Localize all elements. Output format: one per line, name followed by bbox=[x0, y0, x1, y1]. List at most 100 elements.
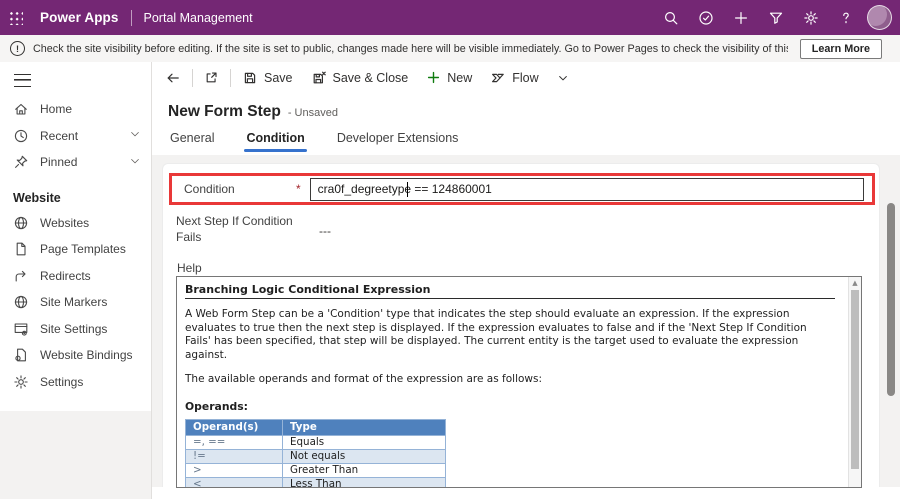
flow-icon bbox=[492, 73, 505, 82]
help-paragraph: A Web Form Step can be a 'Condition' typ… bbox=[185, 308, 807, 361]
help-paragraph: The available operands and format of the… bbox=[185, 373, 543, 385]
environment-check-icon[interactable] bbox=[688, 0, 723, 35]
save-label: Save bbox=[264, 70, 293, 85]
chevron-down-icon[interactable] bbox=[129, 128, 141, 143]
sidebar-item-settings[interactable]: Settings bbox=[0, 369, 151, 396]
save-button[interactable]: Save bbox=[233, 65, 302, 91]
new-label: New bbox=[447, 70, 473, 85]
back-button[interactable] bbox=[156, 65, 190, 91]
form-card: Condition * Next Step If Condition Fails… bbox=[162, 163, 880, 488]
main-panel: Save Save & Close New Flow New Form Step… bbox=[152, 62, 900, 499]
flow-dropdown-chevron[interactable] bbox=[548, 65, 578, 91]
add-icon bbox=[428, 71, 440, 84]
page-icon bbox=[16, 242, 26, 256]
sidebar-item-page-templates[interactable]: Page Templates bbox=[0, 236, 151, 263]
help-scrollbar-thumb[interactable] bbox=[851, 290, 859, 469]
save-icon bbox=[244, 72, 256, 83]
info-icon: ! bbox=[10, 41, 25, 56]
type-cell: Greater Than bbox=[282, 462, 446, 478]
environment-name[interactable]: Portal Management bbox=[144, 11, 253, 25]
operands-table: Operand(s) Type =, == Equals != Not equa… bbox=[185, 418, 446, 487]
sidebar-item-label: Redirects bbox=[40, 268, 91, 283]
column-header: Operand(s) bbox=[185, 418, 283, 436]
hamburger-menu-icon[interactable] bbox=[0, 70, 151, 90]
header-actions bbox=[653, 0, 900, 35]
operand-cell: =, == bbox=[185, 434, 283, 450]
operand-cell: != bbox=[185, 448, 283, 464]
help-section-label: Help bbox=[177, 261, 202, 275]
waffle-icon[interactable] bbox=[0, 0, 30, 35]
globe-icon bbox=[14, 216, 28, 229]
sidebar-item-websites[interactable]: Websites bbox=[0, 210, 151, 237]
table-row: > Greater Than bbox=[185, 462, 446, 478]
sidebar-item-home[interactable]: Home bbox=[0, 96, 151, 123]
page-binding-icon bbox=[15, 348, 26, 362]
home-icon bbox=[15, 104, 27, 115]
sidebar-item-label: Site Settings bbox=[40, 321, 108, 336]
operand-cell: < bbox=[185, 476, 283, 487]
type-cell: Equals bbox=[282, 434, 446, 450]
sidebar-item-label: Pinned bbox=[40, 155, 78, 170]
tab-developer-extensions[interactable]: Developer Extensions bbox=[335, 121, 461, 155]
help-content: Branching Logic Conditional Expression A… bbox=[177, 277, 861, 487]
hamburger-glyph bbox=[14, 73, 31, 87]
flow-button[interactable]: Flow bbox=[481, 65, 547, 91]
sitemap-sidebar: Home Recent Pinned Website Websites Page… bbox=[0, 62, 152, 499]
add-icon[interactable] bbox=[723, 0, 758, 35]
user-avatar[interactable] bbox=[867, 5, 892, 30]
sidebar-section-content: Content bbox=[0, 411, 151, 499]
sidebar-section-website: Website bbox=[13, 190, 61, 205]
save-and-close-label: Save & Close bbox=[332, 70, 409, 85]
sidebar-item-pinned[interactable]: Pinned bbox=[0, 149, 151, 176]
sidebar-item-label: Settings bbox=[40, 374, 84, 389]
power-apps-window: Power Apps Portal Management ! Check the… bbox=[0, 0, 900, 499]
table-row: != Not equals bbox=[185, 448, 446, 464]
column-header: Type bbox=[282, 418, 446, 436]
sidebar-item-site-markers[interactable]: Site Markers bbox=[0, 289, 151, 316]
redirect-arrow-icon bbox=[15, 270, 26, 282]
text-caret bbox=[406, 181, 408, 197]
open-in-new-window-icon bbox=[206, 72, 217, 83]
record-title-row: New Form Step - Unsaved bbox=[152, 93, 900, 121]
search-icon[interactable] bbox=[653, 0, 688, 35]
browser-gear-icon bbox=[14, 323, 28, 336]
required-marker: * bbox=[296, 182, 301, 196]
sidebar-item-site-settings[interactable]: Site Settings bbox=[0, 316, 151, 343]
new-button[interactable]: New bbox=[417, 65, 481, 91]
tab-general[interactable]: General bbox=[168, 121, 216, 155]
app-header: Power Apps Portal Management bbox=[0, 0, 900, 35]
command-bar: Save Save & Close New Flow bbox=[152, 62, 900, 93]
save-and-close-button[interactable]: Save & Close bbox=[302, 65, 418, 91]
help-title-rule bbox=[185, 298, 835, 299]
scroll-up-arrow-icon[interactable]: ▲ bbox=[851, 279, 859, 287]
sidebar-item-label: Site Markers bbox=[40, 295, 108, 310]
condition-field-label: Condition bbox=[184, 182, 235, 196]
chevron-down-icon[interactable] bbox=[129, 155, 141, 170]
help-scrollbar[interactable]: ▲ bbox=[848, 277, 861, 487]
sidebar-item-website-bindings[interactable]: Website Bindings bbox=[0, 342, 151, 369]
condition-input[interactable] bbox=[309, 177, 864, 201]
clock-icon bbox=[14, 129, 28, 142]
sidebar-item-recent[interactable]: Recent bbox=[0, 123, 151, 150]
tab-condition[interactable]: Condition bbox=[244, 121, 308, 155]
sidebar-item-label: Home bbox=[40, 102, 73, 117]
app-name[interactable]: Power Apps bbox=[40, 10, 119, 25]
next-step-field-value[interactable]: --- bbox=[319, 224, 331, 238]
table-header-row: Operand(s) Type bbox=[185, 418, 446, 436]
operand-cell: > bbox=[185, 462, 283, 478]
open-in-new-window-button[interactable] bbox=[195, 65, 228, 91]
help-title: Branching Logic Conditional Expression bbox=[185, 283, 431, 296]
condition-input-wrap bbox=[309, 177, 864, 201]
settings-gear-icon[interactable] bbox=[793, 0, 828, 35]
filter-icon[interactable] bbox=[758, 0, 793, 35]
save-and-close-icon bbox=[313, 71, 326, 83]
help-icon[interactable] bbox=[828, 0, 863, 35]
learn-more-button[interactable]: Learn More bbox=[799, 38, 882, 59]
type-cell: Less Than bbox=[282, 476, 446, 487]
operands-heading: Operands: bbox=[185, 399, 248, 413]
sidebar-item-label: Page Templates bbox=[40, 242, 126, 257]
sidebar-item-label: Website Bindings bbox=[40, 348, 133, 363]
site-visibility-banner: ! Check the site visibility before editi… bbox=[0, 35, 900, 63]
sidebar-item-redirects[interactable]: Redirects bbox=[0, 263, 151, 290]
page-scrollbar-thumb[interactable] bbox=[887, 203, 895, 396]
